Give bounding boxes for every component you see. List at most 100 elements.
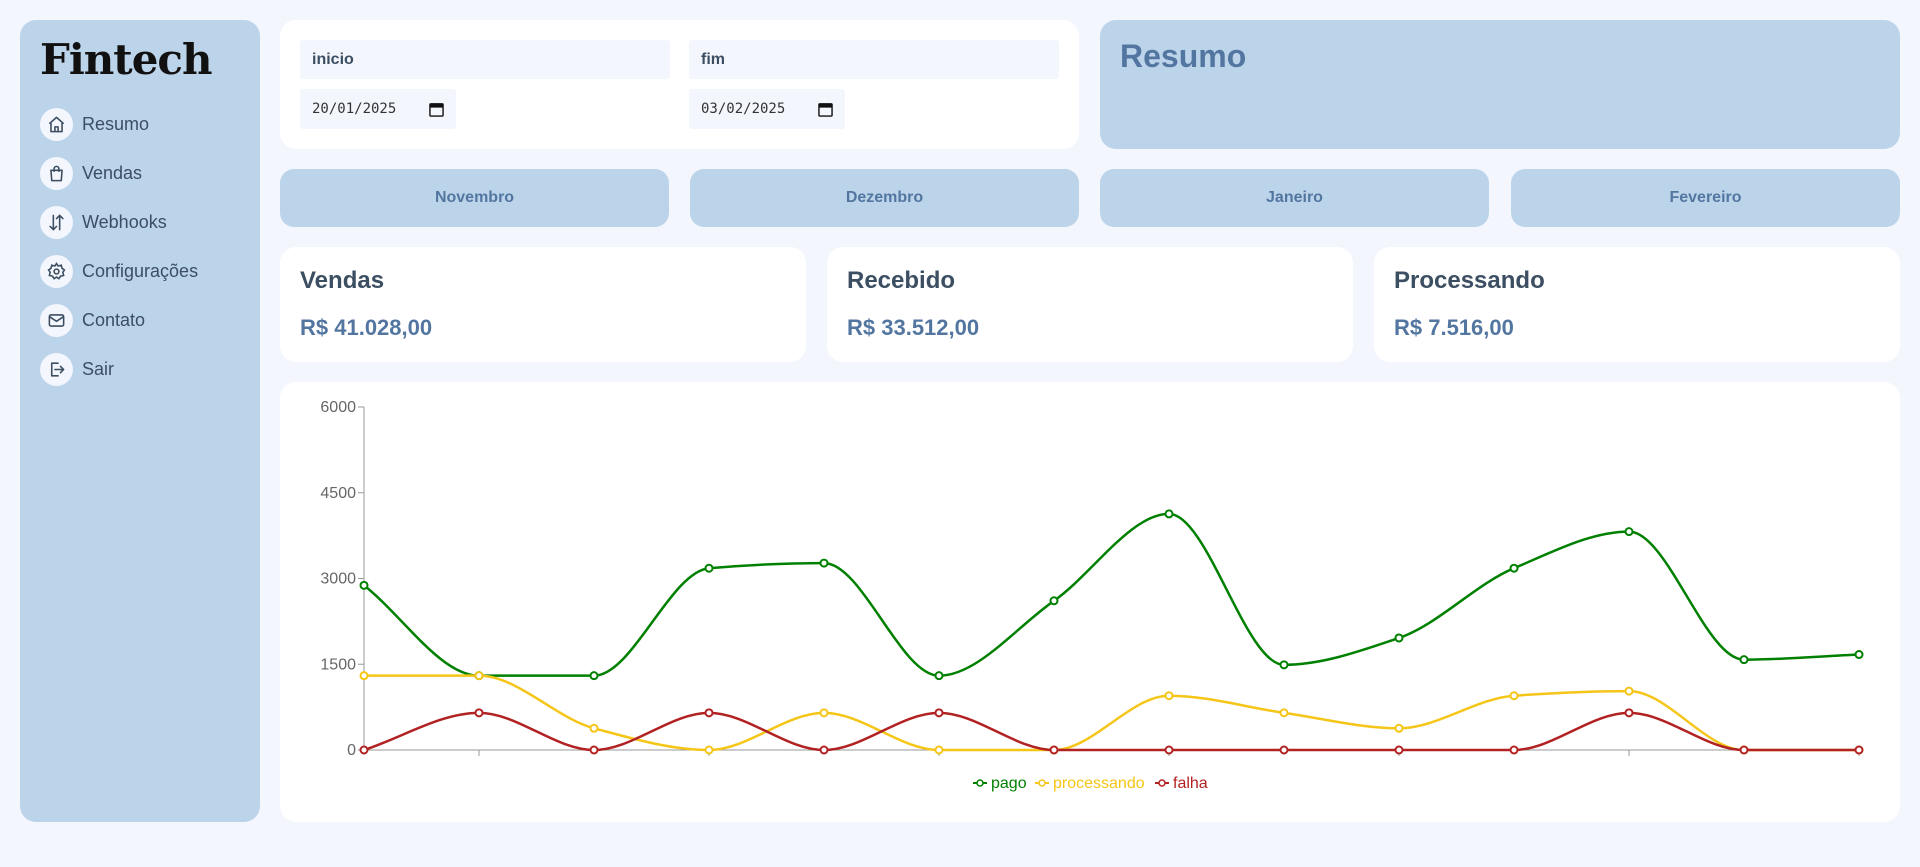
data-point-falha: [704, 708, 714, 718]
data-point-processando: [474, 671, 484, 681]
data-point-processando: [359, 671, 369, 681]
data-point-pago: [589, 671, 599, 681]
data-point-falha: [1509, 745, 1519, 755]
data-point-pago: [1739, 655, 1749, 665]
data-point-falha: [1394, 745, 1404, 755]
y-tick-label: 6000: [320, 399, 356, 416]
sidebar-item-label: Configurações: [82, 261, 199, 281]
legend-marker-processando: [1038, 779, 1046, 787]
sidebar-item-label: Resumo: [82, 114, 150, 134]
stat-title: Processando: [1394, 267, 1545, 294]
data-point-processando: [1279, 708, 1289, 718]
start-date-group: inicio 20/01/2025: [300, 40, 670, 129]
stat-title: Recebido: [847, 267, 956, 294]
data-point-pago: [1049, 596, 1059, 606]
data-point-falha: [1739, 745, 1749, 755]
month-button-novembro[interactable]: Novembro: [280, 169, 669, 227]
data-point-falha: [819, 745, 829, 755]
end-date-label: fim: [689, 40, 1059, 79]
sidebar-item-configuracoes[interactable]: Configurações: [40, 247, 240, 296]
sidebar-item-label: Contato: [82, 310, 146, 330]
sidebar-item-webhooks[interactable]: Webhooks: [40, 198, 240, 247]
sidebar-item-resumo[interactable]: Resumo: [40, 100, 240, 149]
month-button-dezembro[interactable]: Dezembro: [690, 169, 1079, 227]
month-buttons: Novembro Dezembro Janeiro Fevereiro: [280, 169, 1900, 227]
data-point-falha: [1049, 745, 1059, 755]
sidebar-item-label: Sair: [82, 359, 115, 379]
data-point-processando: [1624, 686, 1634, 696]
data-point-pago: [1624, 527, 1634, 537]
data-point-processando: [1164, 691, 1174, 701]
sales-chart-card: 0 1500 3000 4500 6000 pago processando falha: [280, 382, 1900, 822]
data-point-falha: [1624, 708, 1634, 718]
shopping-bag-icon: [40, 157, 73, 190]
series-line-falha: [363, 711, 1859, 752]
data-point-pago: [1509, 563, 1519, 573]
end-date-value: 03/02/2025: [701, 101, 786, 117]
y-tick-label: 4500: [320, 485, 356, 502]
y-tick-label: 0: [347, 742, 356, 759]
start-date-value: 20/01/2025: [312, 101, 397, 117]
app-logo: Fintech: [40, 35, 213, 84]
data-point-pago: [1279, 660, 1289, 670]
data-point-processando: [1509, 691, 1519, 701]
logout-icon: [40, 353, 73, 386]
data-point-falha: [1279, 745, 1289, 755]
data-point-processando: [704, 745, 714, 755]
y-tick-label: 3000: [320, 571, 356, 588]
data-point-processando: [1394, 723, 1404, 733]
sidebar: Fintech Resumo Vendas Webhooks Configura…: [20, 20, 260, 822]
end-date-input[interactable]: 03/02/2025: [689, 89, 845, 129]
data-point-processando: [589, 723, 599, 733]
data-point-falha: [474, 708, 484, 718]
month-button-janeiro[interactable]: Janeiro: [1100, 169, 1489, 227]
stat-value: R$ 33.512,00: [847, 315, 980, 340]
data-point-processando: [934, 745, 944, 755]
data-point-pago: [704, 563, 714, 573]
sidebar-item-contato[interactable]: Contato: [40, 296, 240, 345]
gear-icon: [40, 255, 73, 288]
y-tick-label: 1500: [320, 656, 356, 673]
sidebar-item-label: Vendas: [82, 163, 143, 183]
series-line-pago: [363, 512, 1860, 677]
data-point-falha: [359, 745, 369, 755]
legend-marker-falha: [1158, 779, 1166, 787]
calendar-icon[interactable]: [818, 102, 833, 117]
data-point-pago: [819, 558, 829, 568]
legend-marker-pago: [976, 779, 984, 787]
data-point-pago: [1854, 650, 1864, 660]
stat-card-processando: Processando R$ 7.516,00: [1374, 247, 1900, 362]
home-icon: [40, 108, 73, 141]
calendar-icon[interactable]: [429, 102, 444, 117]
data-point-pago: [359, 580, 369, 590]
data-point-falha: [589, 745, 599, 755]
mail-icon: [40, 304, 73, 337]
data-point-pago: [934, 671, 944, 681]
sidebar-item-sair[interactable]: Sair: [40, 345, 240, 394]
sales-line-chart: 0 1500 3000 4500 6000 pago processando falha: [320, 399, 1864, 792]
sidebar-item-vendas[interactable]: Vendas: [40, 149, 240, 198]
data-point-falha: [934, 708, 944, 718]
month-button-fevereiro[interactable]: Fevereiro: [1511, 169, 1900, 227]
data-point-pago: [1164, 509, 1174, 519]
end-date-group: fim 03/02/2025: [689, 40, 1059, 129]
legend-label-processando: processando: [1053, 775, 1145, 792]
stat-value: R$ 41.028,00: [300, 315, 433, 340]
date-filter-panel: inicio 20/01/2025 fim 03/02/2025: [280, 20, 1079, 149]
data-point-pago: [1394, 633, 1404, 643]
sidebar-item-label: Webhooks: [82, 212, 167, 232]
data-point-falha: [1164, 745, 1174, 755]
stat-value: R$ 7.516,00: [1394, 315, 1514, 340]
start-date-input[interactable]: 20/01/2025: [300, 89, 456, 129]
start-date-label: inicio: [300, 40, 670, 79]
page-title: Resumo: [1120, 38, 1247, 74]
data-point-falha: [1854, 745, 1864, 755]
arrows-up-down-icon: [40, 206, 73, 239]
legend-label-pago: pago: [991, 775, 1027, 792]
page-header-card: Resumo: [1100, 20, 1900, 149]
legend-label-falha: falha: [1173, 775, 1208, 792]
stat-card-recebido: Recebido R$ 33.512,00: [827, 247, 1353, 362]
data-point-processando: [819, 708, 829, 718]
stat-title: Vendas: [300, 267, 385, 294]
stat-card-vendas: Vendas R$ 41.028,00: [280, 247, 806, 362]
